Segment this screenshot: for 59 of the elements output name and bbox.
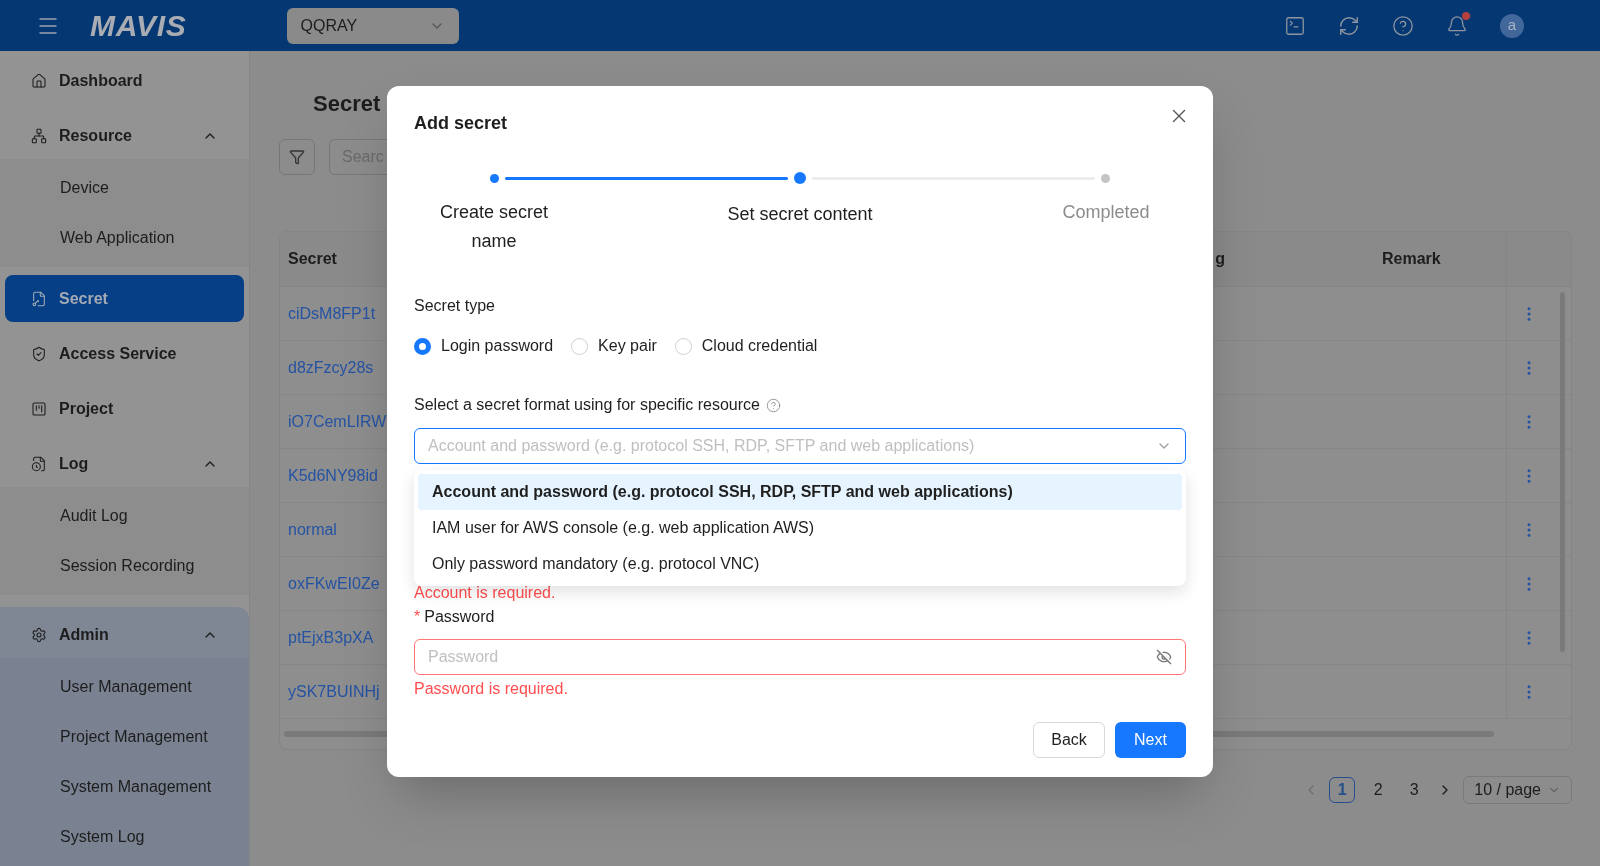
sidebar-subitem[interactable]: System Management [0, 762, 249, 812]
eye-off-icon[interactable] [1156, 649, 1172, 665]
project-select[interactable]: QQRAY [286, 7, 459, 44]
page-title: Secret [313, 90, 381, 118]
sidebar-subitem[interactable]: Project Management [0, 712, 249, 762]
sidebar-subitem[interactable]: Audit Log [0, 491, 249, 541]
gear-icon [31, 626, 47, 643]
bell-icon[interactable] [1446, 14, 1468, 37]
column-header: Secret [287, 249, 338, 269]
user-avatar[interactable]: a [1500, 13, 1524, 38]
refresh-icon[interactable] [1338, 14, 1360, 37]
required-mark: * [414, 607, 421, 627]
sidebar-subitem[interactable]: User Management [0, 662, 249, 712]
sidebar-subitem[interactable]: Device [0, 163, 249, 213]
sidebar-item[interactable]: Admin [5, 611, 244, 658]
sidebar-item[interactable]: Log [5, 440, 244, 487]
sidebar-item[interactable]: Access Service [5, 330, 244, 377]
sidebar-subitem[interactable]: Web Application [0, 213, 249, 263]
app-logo: MAVIS [90, 8, 187, 44]
page-size-select[interactable]: 10 / page [1463, 776, 1572, 804]
page-button[interactable]: 3 [1401, 777, 1428, 803]
sidebar-item[interactable]: Resource [5, 112, 244, 159]
sidebar-subitem[interactable]: Session Recording [0, 541, 249, 591]
terminal-icon[interactable] [1284, 14, 1306, 37]
error-message: Account is required. [414, 584, 556, 602]
dialog-title: Add secret [414, 111, 508, 135]
field-label: Select a secret format using for specific resource [414, 395, 760, 415]
radio-option[interactable]: Cloud credential [674, 334, 818, 358]
help-icon[interactable] [765, 397, 781, 413]
radio-option[interactable]: Login password [414, 334, 554, 358]
filter-button[interactable] [279, 139, 315, 175]
step-label: Create secret name [438, 201, 549, 253]
filter-icon [289, 149, 305, 165]
house-icon [31, 72, 47, 89]
help-icon[interactable] [1392, 14, 1414, 37]
error-message: Password is required. [414, 679, 568, 699]
radio-button[interactable] [414, 337, 431, 355]
network-icon [31, 127, 47, 144]
sidebar-item[interactable]: Secret [5, 275, 244, 322]
dropdown-option[interactable]: Account and password (e.g. protocol SSH, RDP, SFTP and web applications) [418, 474, 1182, 510]
page-button[interactable]: 2 [1365, 777, 1392, 803]
board-icon [31, 400, 47, 417]
log-file-icon [31, 455, 47, 472]
sidebar-subitem[interactable]: System Log [0, 812, 249, 862]
key-file-icon [31, 290, 47, 307]
step-label: Completed [1062, 201, 1150, 224]
column-header: Remark [1381, 249, 1442, 269]
field-label: Secret type [414, 296, 496, 316]
sidebar-item[interactable]: Project [5, 385, 244, 432]
column-header: g [1215, 249, 1225, 269]
field-label: Password [424, 607, 495, 627]
sidebar-item[interactable]: Dashboard [5, 57, 244, 104]
radio-option[interactable]: Key pair [571, 334, 657, 358]
dropdown-option[interactable]: Only password mandatory (e.g. protocol VNC) [418, 546, 1182, 582]
next-button[interactable]: Next [1115, 722, 1186, 758]
back-button[interactable]: Back [1033, 722, 1105, 758]
shield-icon [31, 345, 47, 362]
step-label: Set secret content [727, 203, 873, 226]
dropdown-option[interactable]: IAM user for AWS console (e.g. web application AWS) [418, 510, 1182, 546]
